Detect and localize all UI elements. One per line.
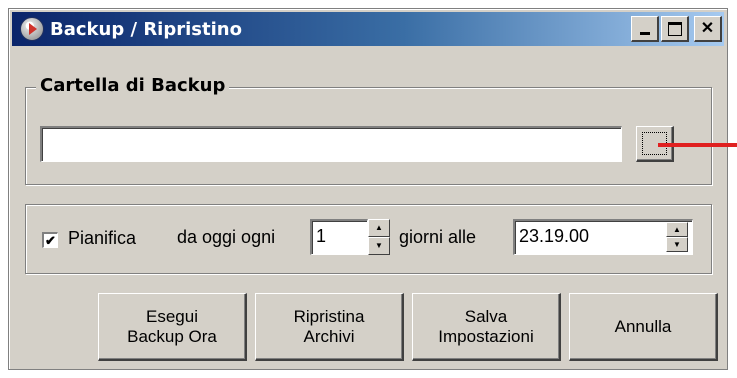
time-spinner[interactable]: ▲ ▼ <box>666 222 688 252</box>
annotation-arrow <box>658 143 737 147</box>
run-backup-now-button[interactable]: Esegui Backup Ora <box>98 293 247 361</box>
schedule-checkbox-label[interactable]: Pianifica <box>68 228 136 249</box>
window-controls: ✕ <box>631 16 722 42</box>
backup-folder-legend: Cartella di Backup <box>36 75 230 96</box>
from-today-label: da oggi ogni <box>177 227 276 247</box>
maximize-button[interactable] <box>661 16 689 42</box>
backup-folder-path-input[interactable] <box>40 126 622 162</box>
window-title: Backup / Ripristino <box>50 18 242 40</box>
days-spin-down[interactable]: ▼ <box>368 237 390 255</box>
backup-app-icon <box>20 17 44 41</box>
schedule-checkbox[interactable]: ✔ <box>42 232 58 248</box>
backup-dialog: Backup / Ripristino ✕ Cartella di Backup… <box>8 8 728 370</box>
cancel-label: Annulla <box>614 316 672 336</box>
restore-archives-label: Ripristina Archivi <box>293 306 365 346</box>
backup-folder-group: Cartella di Backup <box>25 75 712 185</box>
run-backup-now-label: Esegui Backup Ora <box>127 306 217 346</box>
days-interval-input[interactable]: 1 <box>310 219 368 255</box>
minimize-icon <box>639 32 650 35</box>
restore-archives-button[interactable]: Ripristina Archivi <box>255 293 404 361</box>
cancel-button[interactable]: Annulla <box>569 293 718 361</box>
checkmark-icon: ✔ <box>45 233 56 248</box>
days-at-label: giorni alle <box>399 227 477 247</box>
minimize-button[interactable] <box>631 16 659 42</box>
arrow-down-icon: ▼ <box>673 239 681 249</box>
arrow-up-icon: ▲ <box>673 224 681 234</box>
close-icon: ✕ <box>700 19 715 37</box>
close-button[interactable]: ✕ <box>694 16 722 42</box>
arrow-down-icon: ▼ <box>375 241 383 250</box>
days-spinner[interactable]: ▲ ▼ <box>368 219 390 255</box>
schedule-group: ✔ Pianifica da oggi ogni 1 ▲ ▼ giorni al… <box>25 204 712 274</box>
save-settings-label: Salva Impostazioni <box>438 306 534 346</box>
title-bar[interactable]: Backup / Ripristino ✕ <box>12 12 724 46</box>
save-settings-button[interactable]: Salva Impostazioni <box>412 293 561 361</box>
maximize-icon <box>667 21 682 36</box>
time-spin-up[interactable]: ▲ <box>666 222 688 237</box>
days-spin-up[interactable]: ▲ <box>368 219 390 237</box>
arrow-up-icon: ▲ <box>375 223 383 232</box>
time-spin-down[interactable]: ▼ <box>666 237 688 252</box>
